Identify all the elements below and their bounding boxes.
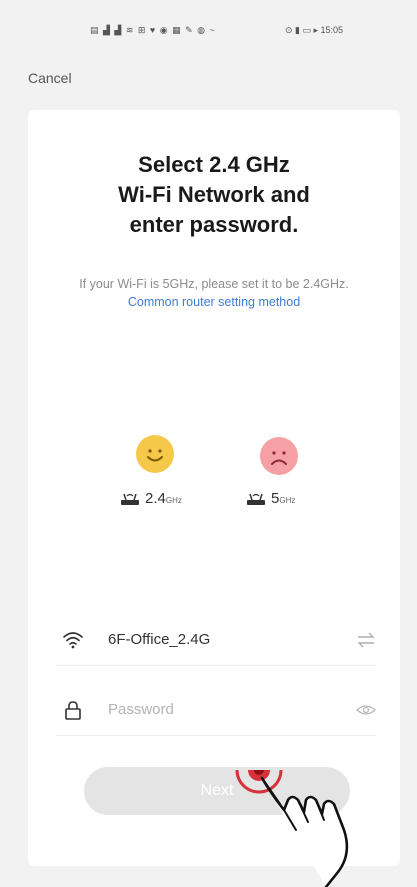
swap-icon[interactable] [356,631,376,649]
band-2g4-label: 2.4GHz [120,490,182,507]
router-icon [246,492,266,506]
wifi-name: 6F-Office_2.4G [108,631,211,648]
band-unit: GHz [279,496,296,505]
happy-face-icon [136,435,174,473]
password-input[interactable]: Password [108,701,174,718]
eye-icon[interactable] [356,701,376,719]
sad-face-icon [260,437,298,475]
wifi-icon [62,629,84,651]
lock-icon [62,699,84,721]
status-icons: ▤ ▟ ▟ ≋ ⊞ ♥ ◉ ▦ ✎ ◍ ~ [90,25,216,35]
status-clock: ⊙ ▮ ▭ ▸ 15:05 [285,25,344,35]
router-setting-link[interactable]: Common router setting method [128,295,300,309]
band-5g-label: 5GHz [246,490,295,507]
hand-pointer-icon [222,770,362,887]
title-line: Wi-Fi Network and [118,182,310,207]
router-icon [120,492,140,506]
wifi-setup-card: Select 2.4 GHz Wi-Fi Network and enter p… [28,110,400,866]
title-line: enter password. [129,212,299,237]
wifi-network-field[interactable]: 6F-Office_2.4G [56,615,376,666]
cancel-button[interactable]: Cancel [28,70,72,86]
page-title: Select 2.4 GHz Wi-Fi Network and enter p… [28,150,400,240]
password-field[interactable]: Password [56,685,376,736]
status-bar: ▤ ▟ ▟ ≋ ⊞ ♥ ◉ ▦ ✎ ◍ ~ ⊙ ▮ ▭ ▸ 15:05 [0,0,417,44]
band-value: 2.4 [145,490,166,507]
title-line: Select 2.4 GHz [138,152,290,177]
subtitle-text: If your Wi-Fi is 5GHz, please set it to … [79,277,349,291]
band-unit: GHz [165,496,182,505]
subtitle: If your Wi-Fi is 5GHz, please set it to … [68,275,360,311]
